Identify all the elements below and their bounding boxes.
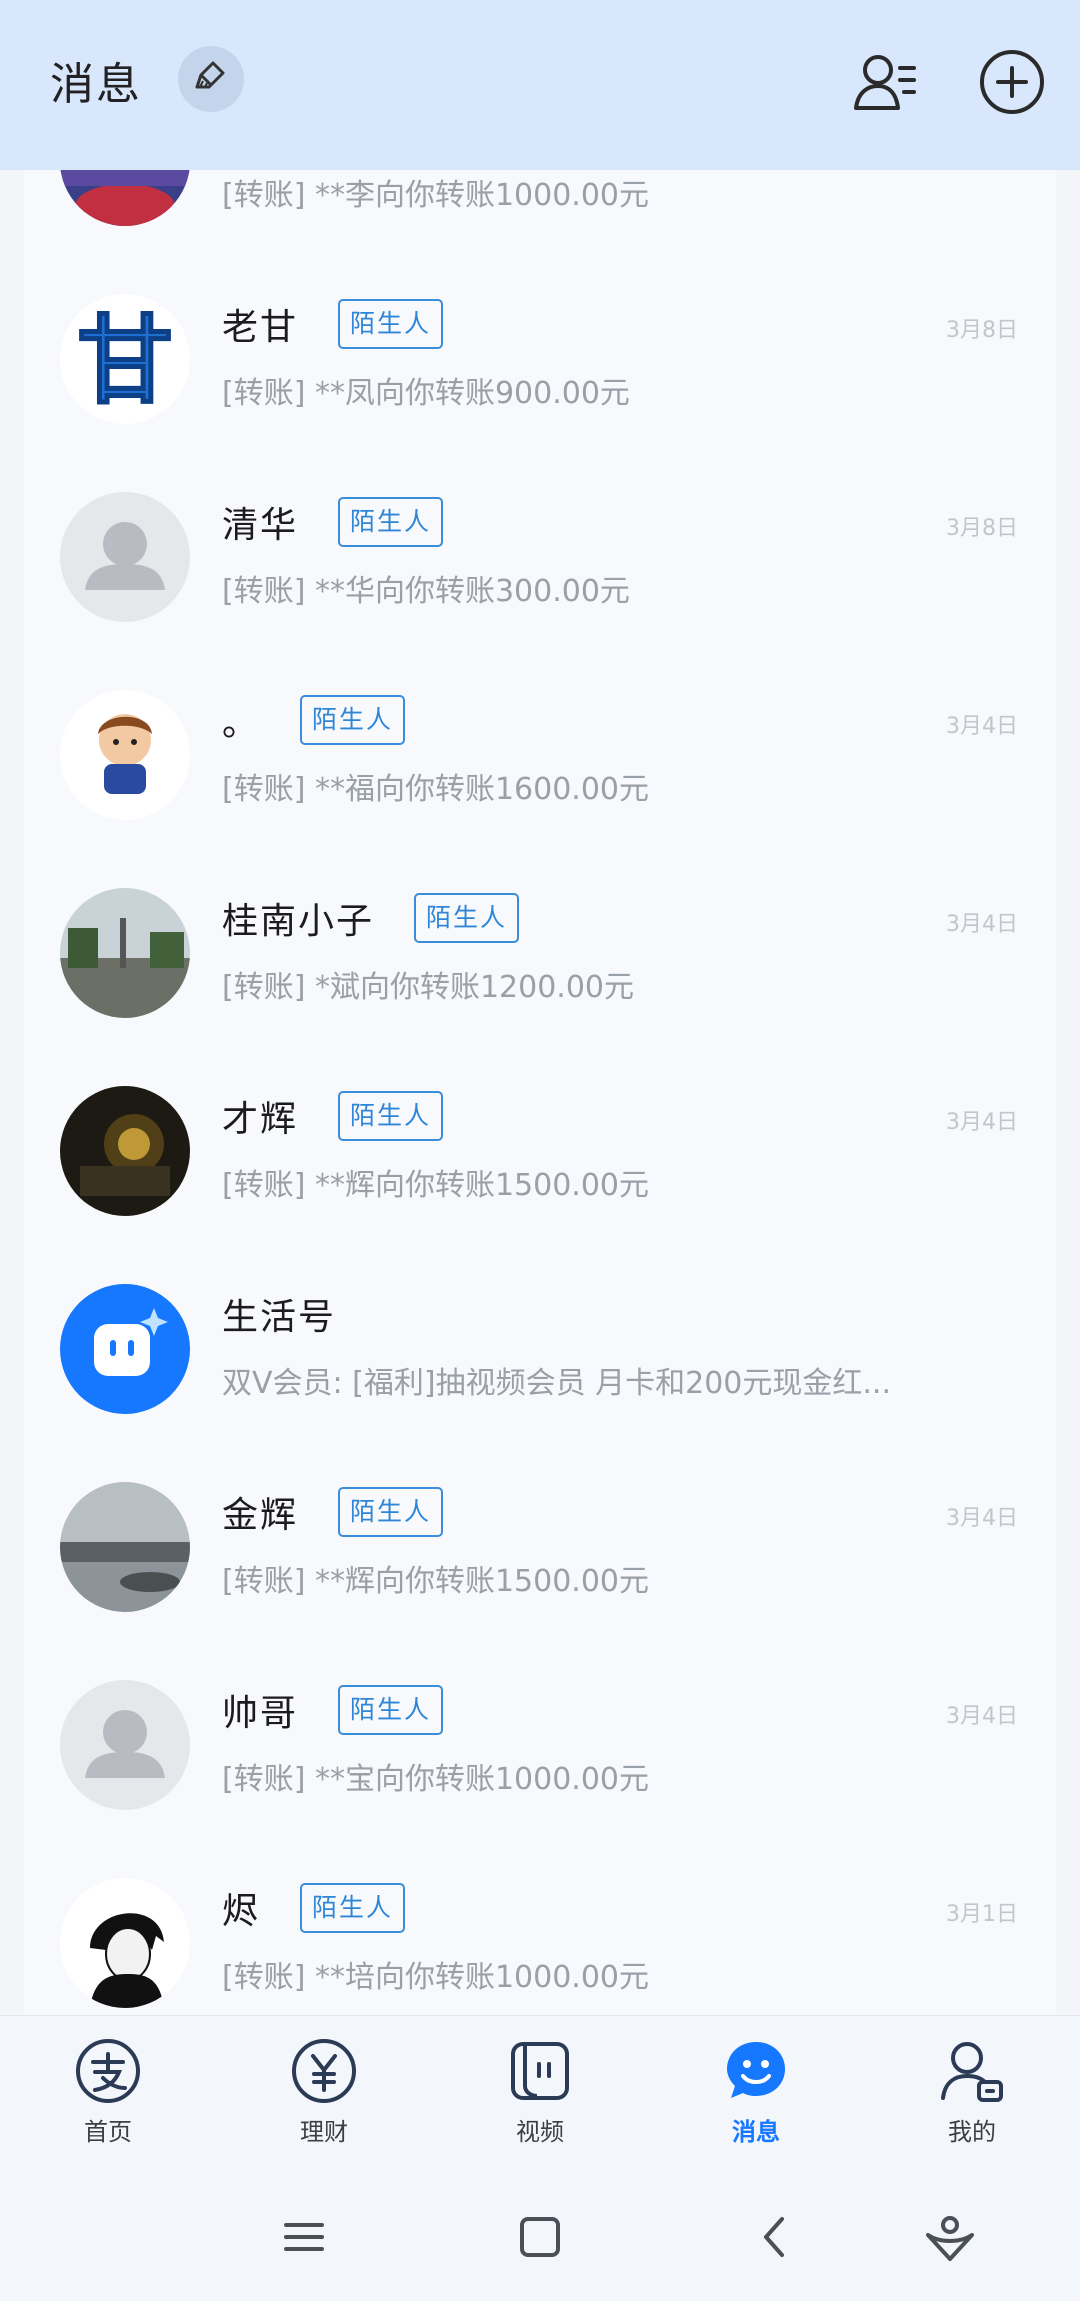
profile-icon	[902, 2036, 1042, 2106]
message-preview: [转账] **培向你转账1000.00元	[222, 1960, 650, 1995]
contacts-button[interactable]	[850, 46, 922, 118]
avatar	[60, 1878, 190, 2008]
conversation-item[interactable]: 金辉 陌生人 3月4日 [转账] **辉向你转账1500.00元	[24, 1448, 1056, 1646]
system-nav-bar	[0, 2175, 1080, 2301]
conversation-item[interactable]: 甘 老甘 陌生人 3月8日 [转账] **凤向你转账900.00元	[24, 260, 1056, 458]
message-preview: [转账] **辉向你转账1500.00元	[222, 1168, 650, 1203]
contact-name: 清华	[222, 505, 299, 546]
menu-button[interactable]	[276, 2209, 332, 2265]
alipay-home-icon	[38, 2036, 178, 2106]
contact-name: 老甘	[222, 307, 299, 348]
tab-label: 消息	[732, 2118, 780, 2146]
message-preview: 双V会员: [福利]抽视频会员 月卡和200元现金红...	[222, 1366, 891, 1401]
tab-label: 视频	[516, 2118, 564, 2146]
message-icon	[686, 2036, 826, 2106]
svg-text:甘: 甘	[77, 305, 173, 417]
bottom-tab-bar: 首页 理财 视频 消息 我的	[0, 2015, 1080, 2176]
default-avatar-icon	[60, 1680, 190, 1810]
avatar	[60, 888, 190, 1018]
avatar	[60, 170, 190, 226]
tab-profile[interactable]: 我的	[902, 2036, 1042, 2147]
message-preview: [转账] **宝向你转账1000.00元	[222, 1762, 650, 1797]
message-preview: [转账] **华向你转账300.00元	[222, 574, 630, 609]
stranger-badge: 陌生人	[414, 893, 520, 943]
contact-name: 桂南小子	[222, 901, 375, 942]
message-preview: [转账] **凤向你转账900.00元	[222, 376, 630, 411]
life-account-icon	[60, 1284, 190, 1414]
add-button[interactable]	[976, 46, 1048, 118]
conversation-item[interactable]: 帅哥 陌生人 3月4日 [转账] **宝向你转账1000.00元	[24, 1646, 1056, 1844]
top-header: 消息	[0, 0, 1080, 170]
conversation-item[interactable]: 桂南小子 陌生人 3月4日 [转账] *斌向你转账1200.00元	[24, 854, 1056, 1052]
avatar: 甘	[60, 294, 190, 424]
menu-icon	[276, 2223, 332, 2269]
assistant-icon	[922, 2216, 978, 2269]
message-date: 3月4日	[946, 1110, 1018, 1135]
avatar	[60, 1086, 190, 1216]
video-icon	[470, 2036, 610, 2106]
message-preview: [转账] **福向你转账1600.00元	[222, 772, 650, 807]
tab-messages[interactable]: 消息	[686, 2036, 826, 2147]
yuan-icon	[254, 2036, 394, 2106]
message-preview: [转账] **辉向你转账1500.00元	[222, 1564, 650, 1599]
stranger-badge: 陌生人	[338, 1487, 444, 1537]
conversation-item[interactable]: 才辉 陌生人 3月4日 [转账] **辉向你转账1500.00元	[24, 1052, 1056, 1250]
tab-home[interactable]: 首页	[38, 2036, 178, 2147]
square-icon	[512, 2217, 568, 2269]
message-date: 3月4日	[946, 1506, 1018, 1531]
contact-name: 金辉	[222, 1495, 299, 1536]
stranger-badge: 陌生人	[300, 1883, 406, 1933]
avatar	[60, 690, 190, 820]
contact-name: 才辉	[222, 1099, 299, 1140]
stranger-badge: 陌生人	[338, 497, 444, 547]
broom-icon	[191, 57, 231, 101]
message-preview: [转账] **李向你转账1000.00元	[222, 178, 650, 213]
message-preview: [转账] *斌向你转账1200.00元	[222, 970, 635, 1005]
plus-circle-icon	[976, 50, 1048, 122]
conversation-item[interactable]: 。 陌生人 3月4日 [转账] **福向你转账1600.00元	[24, 656, 1056, 854]
home-button[interactable]	[512, 2209, 568, 2265]
back-button[interactable]	[748, 2209, 804, 2265]
stranger-badge: 陌生人	[300, 695, 406, 745]
tab-video[interactable]: 视频	[470, 2036, 610, 2147]
stranger-badge: 陌生人	[338, 1091, 444, 1141]
message-date: 3月4日	[946, 912, 1018, 937]
contact-name: 生活号	[222, 1297, 337, 1338]
tab-wealth[interactable]: 理财	[254, 2036, 394, 2147]
page-title: 消息	[50, 59, 142, 110]
message-date: 3月4日	[946, 714, 1018, 739]
clear-unread-button[interactable]	[178, 46, 244, 112]
contact-name: 。	[222, 703, 261, 744]
chevron-left-icon	[748, 2217, 804, 2269]
default-avatar-icon	[60, 492, 190, 622]
stranger-badge: 陌生人	[338, 299, 444, 349]
conversation-item[interactable]: [转账] **李向你转账1000.00元	[24, 170, 1056, 260]
tab-label: 我的	[948, 2118, 996, 2146]
contact-name: 帅哥	[222, 1693, 299, 1734]
conversation-list[interactable]: [转账] **李向你转账1000.00元 甘 老甘 陌生人 3月8日 [转账] …	[24, 170, 1056, 2015]
conversation-item[interactable]: 生活号 双V会员: [福利]抽视频会员 月卡和200元现金红...	[24, 1250, 1056, 1448]
avatar	[60, 1482, 190, 1612]
tab-label: 首页	[84, 2118, 132, 2146]
message-date: 3月8日	[946, 318, 1018, 343]
contacts-icon	[850, 55, 922, 122]
message-date: 3月8日	[946, 516, 1018, 541]
tab-label: 理财	[300, 2118, 348, 2146]
conversation-item[interactable]: 清华 陌生人 3月8日 [转账] **华向你转账300.00元	[24, 458, 1056, 656]
contact-name: 烬	[222, 1891, 261, 1932]
conversation-item[interactable]: 烬 陌生人 3月1日 [转账] **培向你转账1000.00元	[24, 1844, 1056, 2015]
message-date: 3月4日	[946, 1704, 1018, 1729]
stranger-badge: 陌生人	[338, 1685, 444, 1735]
message-date: 3月1日	[946, 1902, 1018, 1927]
assistant-button[interactable]	[922, 2209, 978, 2265]
